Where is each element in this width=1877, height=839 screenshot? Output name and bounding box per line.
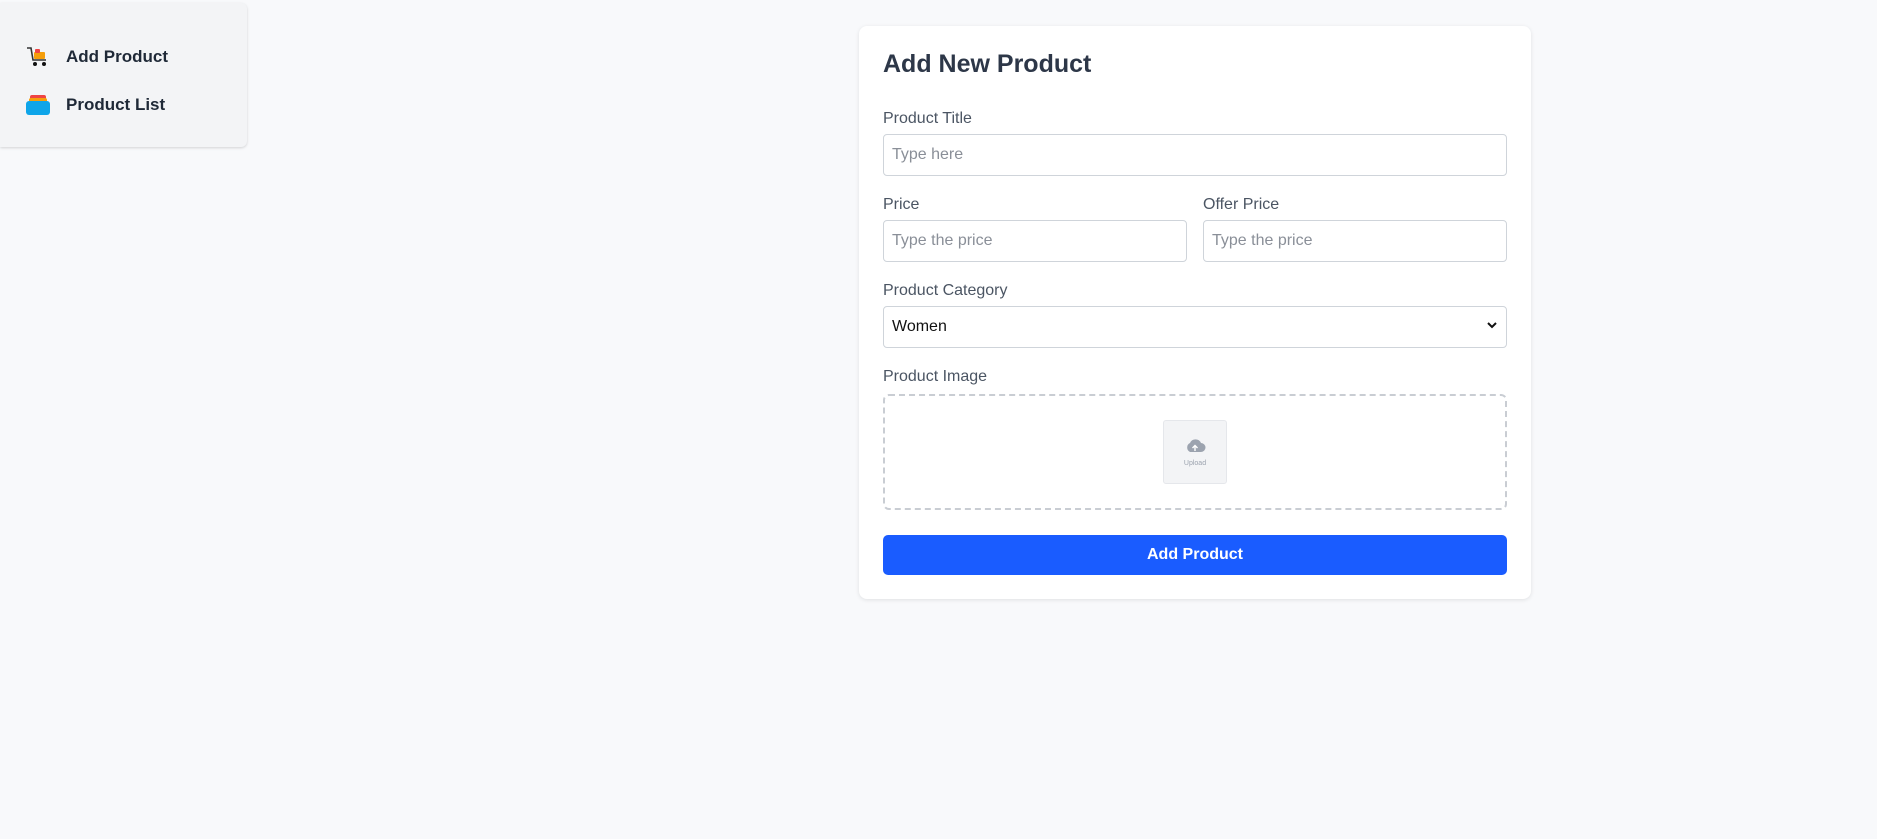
- sidebar-item-label: Add Product: [66, 47, 168, 66]
- category-field: Product Category Women: [883, 282, 1507, 348]
- sidebar-item-label: Product List: [66, 95, 166, 114]
- product-list-icon: [25, 92, 51, 118]
- product-title-input[interactable]: [883, 134, 1507, 176]
- price-label: Price: [883, 196, 920, 213]
- add-product-button[interactable]: Add Product: [883, 535, 1507, 575]
- cart-icon: [25, 44, 51, 70]
- offer-price-input[interactable]: [1203, 220, 1507, 262]
- price-input[interactable]: [883, 220, 1187, 262]
- chevron-down-icon: [1486, 318, 1498, 336]
- price-row: Price Offer Price: [883, 196, 1507, 262]
- product-title-field: Product Title: [883, 110, 1507, 176]
- sidebar-item-product-list[interactable]: Product List: [0, 81, 247, 129]
- product-image-field: Product Image Upload: [883, 368, 1507, 510]
- add-product-card: Add New Product Product Title Price Offe…: [859, 26, 1531, 599]
- category-select[interactable]: Women: [883, 306, 1507, 348]
- offer-price-field: Offer Price: [1203, 196, 1507, 262]
- sidebar: Add Product Product List: [0, 3, 247, 147]
- category-label: Product Category: [883, 282, 1008, 299]
- page-title: Add New Product: [883, 50, 1092, 78]
- price-field: Price: [883, 196, 1187, 262]
- product-image-label: Product Image: [883, 368, 988, 385]
- upload-label: Upload: [1183, 459, 1207, 467]
- product-title-label: Product Title: [883, 110, 972, 127]
- upload-button[interactable]: Upload: [1163, 420, 1227, 484]
- image-dropzone[interactable]: Upload: [883, 394, 1507, 510]
- cloud-upload-icon: [1184, 438, 1206, 459]
- offer-price-label: Offer Price: [1203, 196, 1280, 213]
- category-selected-value: Women: [892, 318, 947, 335]
- sidebar-item-add-product[interactable]: Add Product: [0, 33, 247, 81]
